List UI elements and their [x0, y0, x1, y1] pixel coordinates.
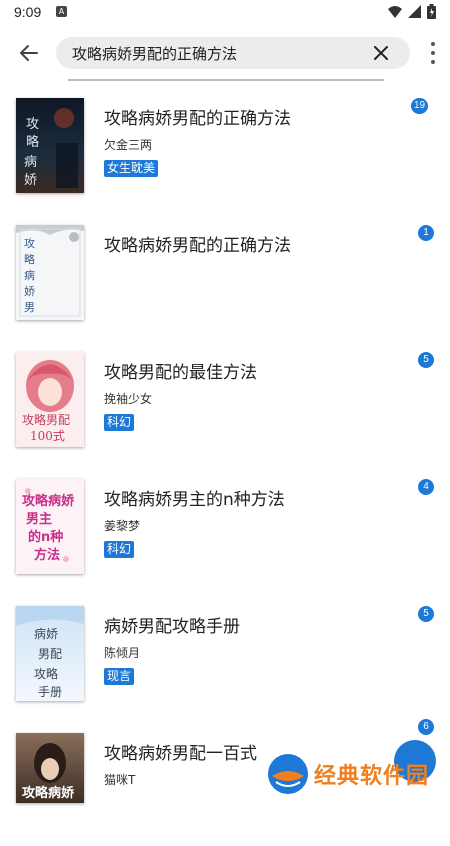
signal-icon — [408, 5, 421, 18]
watermark-logo-icon — [268, 754, 308, 794]
update-count-badge: 5 — [418, 352, 434, 368]
svg-text:娇: 娇 — [24, 173, 37, 188]
book-author: 挽袖少女 — [104, 392, 153, 406]
book-cover: 攻略男配 100式 — [16, 352, 84, 447]
svg-text:攻略病娇: 攻略病娇 — [22, 493, 75, 509]
result-item[interactable]: 攻 略 病 娇 攻略病娇男配的正确方法 欠金三两 女生耽美 19 — [0, 84, 450, 211]
genre-tag: 科幻 — [104, 414, 135, 431]
watermark: 经典软件园 — [266, 748, 450, 800]
svg-text:的n种: 的n种 — [28, 529, 63, 545]
book-title: 攻略病娇男配的正确方法 — [104, 109, 291, 129]
svg-text:男配: 男配 — [38, 647, 62, 661]
book-cover: 攻略病娇 男主 的n种 方法 — [16, 479, 84, 574]
book-title: 攻略男配的最佳方法 — [104, 363, 257, 383]
result-item[interactable]: 攻 略 病 娇 男 攻略病娇男配的正确方法 1 — [0, 211, 450, 338]
wifi-icon — [388, 5, 402, 18]
status-bar: 9:09 A — [0, 0, 450, 26]
watermark-text: 经典软件园 — [314, 764, 430, 789]
more-vertical-icon — [431, 42, 435, 46]
svg-text:娇: 娇 — [24, 285, 35, 298]
book-author: 姜黎梦 — [104, 519, 141, 533]
svg-text:病: 病 — [24, 268, 35, 282]
book-title: 攻略病娇男配的正确方法 — [104, 236, 291, 256]
book-cover: 病娇 男配 攻略 手册 — [16, 606, 84, 701]
book-title: 攻略病娇男主的n种方法 — [104, 490, 285, 510]
status-icons — [388, 4, 436, 19]
update-count-badge: 19 — [411, 98, 429, 114]
svg-text:攻略: 攻略 — [34, 666, 58, 681]
book-title: 病娇男配攻略手册 — [104, 617, 240, 637]
svg-text:病娇: 病娇 — [34, 626, 58, 641]
result-item[interactable]: 病娇 男配 攻略 手册 病娇男配攻略手册 陈倾月 现言 5 — [0, 592, 450, 719]
notification-icon: A — [56, 6, 67, 17]
svg-text:攻: 攻 — [24, 236, 35, 250]
close-icon — [374, 46, 388, 60]
book-author: 陈倾月 — [104, 646, 141, 660]
book-cover: 攻 略 病 娇 男 — [16, 225, 84, 320]
search-underline — [68, 79, 384, 81]
book-author: 猫咪T — [104, 773, 136, 787]
genre-tag: 现言 — [104, 668, 135, 685]
update-count-badge: 4 — [418, 479, 434, 495]
svg-text:攻略男配: 攻略男配 — [22, 412, 70, 427]
status-time: 9:09 — [14, 4, 42, 20]
svg-text:攻略病娇: 攻略病娇 — [22, 785, 75, 801]
svg-text:略: 略 — [26, 134, 39, 150]
clear-search-button[interactable] — [370, 42, 392, 64]
result-item[interactable]: 攻略男配 100式 攻略男配的最佳方法 挽袖少女 科幻 5 — [0, 338, 450, 465]
book-title: 攻略病娇男配一百式 — [104, 744, 257, 764]
battery-icon — [427, 4, 436, 19]
svg-text:病: 病 — [24, 155, 37, 170]
search-toolbar: 攻略病娇男配的正确方法 — [0, 26, 450, 80]
svg-text:男: 男 — [24, 301, 35, 314]
update-count-badge: 5 — [418, 606, 434, 622]
svg-text:方法: 方法 — [34, 547, 60, 563]
result-item[interactable]: 攻略病娇 男主 的n种 方法 攻略病娇男主的n种方法 姜黎梦 科幻 4 — [0, 465, 450, 592]
genre-tag: 科幻 — [104, 541, 135, 558]
book-cover: 攻略病娇 — [16, 733, 84, 803]
svg-text:攻: 攻 — [26, 117, 39, 132]
arrow-left-icon — [20, 45, 38, 61]
book-cover: 攻 略 病 娇 — [16, 98, 84, 193]
svg-text:略: 略 — [24, 252, 35, 266]
svg-text:100式: 100式 — [30, 429, 65, 443]
search-field[interactable]: 攻略病娇男配的正确方法 — [56, 37, 410, 69]
genre-tag: 女生耽美 — [104, 160, 159, 177]
svg-text:手册: 手册 — [38, 685, 62, 699]
more-options-button[interactable] — [428, 40, 438, 66]
search-query[interactable]: 攻略病娇男配的正确方法 — [72, 43, 237, 64]
update-count-badge: 1 — [418, 225, 434, 241]
svg-text:男主: 男主 — [26, 511, 52, 527]
back-button[interactable] — [14, 38, 44, 68]
update-count-badge: 6 — [418, 719, 434, 735]
book-author: 欠金三两 — [104, 138, 153, 152]
